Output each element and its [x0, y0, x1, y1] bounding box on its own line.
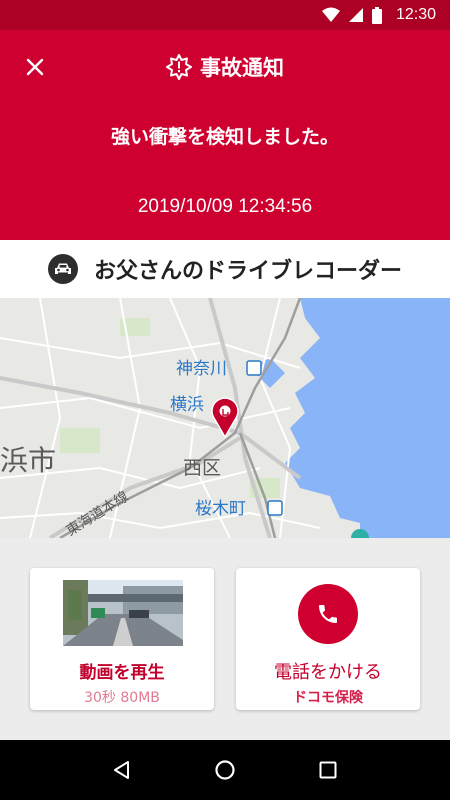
video-info: 30秒 80MB [84, 690, 160, 706]
recents-button[interactable] [308, 750, 348, 790]
device-name: お父さんのドライブレコーダー [93, 259, 402, 284]
wifi-icon [321, 7, 340, 22]
car-icon [47, 254, 78, 284]
play-video-label: 動画を再生 [79, 663, 165, 683]
status-time: 12:30 [395, 6, 436, 23]
video-thumbnail [63, 580, 183, 646]
call-target: ドコモ保険 [293, 690, 363, 706]
call-label: 電話をかける [274, 662, 382, 683]
home-icon [215, 760, 235, 780]
alert-timestamp: 2019/10/09 12:34:56 [137, 196, 313, 217]
map-label-nishiku: 西区 [183, 457, 221, 479]
back-icon [113, 761, 129, 779]
header-title-row: 事故通知 [0, 50, 450, 84]
location-map[interactable]: 神奈川 横浜 浜市 西区 桜木町 東海道本線 [0, 298, 450, 538]
signal-icon [348, 8, 363, 22]
map-label-city: 浜市 [0, 444, 56, 477]
phone-icon-circle [298, 584, 358, 644]
device-bar: お父さんのドライブレコーダー [0, 240, 450, 298]
play-video-button[interactable]: 動画を再生 30秒 80MB [30, 568, 214, 710]
map-label-yokohama: 横浜 [170, 395, 204, 415]
home-button[interactable] [205, 750, 245, 790]
page-title: 事故通知 [200, 56, 284, 80]
battery-icon [371, 6, 382, 24]
alert-message: 強い衝撃を検知しました。 [110, 126, 339, 148]
map-label-kanagawa: 神奈川 [176, 359, 227, 379]
alert-burst-icon [166, 54, 192, 80]
back-button[interactable] [102, 750, 142, 790]
status-bar: 12:30 [0, 0, 450, 30]
action-area: 動画を再生 30秒 80MB 電話をかける ドコモ保険 [0, 538, 450, 740]
phone-icon [319, 605, 337, 623]
recents-icon [319, 761, 337, 779]
system-nav-bar [0, 740, 450, 800]
call-button[interactable]: 電話をかける ドコモ保険 [236, 568, 420, 710]
accident-alert-header: 事故通知 強い衝撃を検知しました。 2019/10/09 12:34:56 [0, 30, 450, 240]
map-label-sakuragicho: 桜木町 [195, 499, 246, 519]
